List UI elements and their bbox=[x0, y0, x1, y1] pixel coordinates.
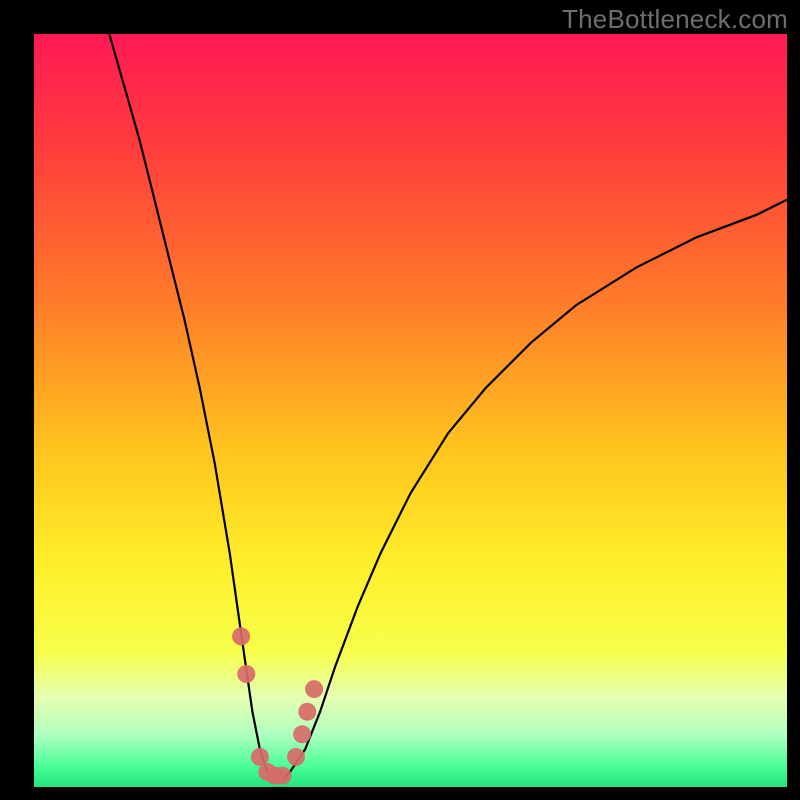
marker-group bbox=[232, 627, 323, 784]
highlight-marker bbox=[305, 680, 323, 698]
chart-frame: TheBottleneck.com bbox=[0, 0, 800, 800]
highlight-marker bbox=[293, 725, 311, 743]
highlight-marker bbox=[287, 748, 305, 766]
highlight-marker bbox=[237, 665, 255, 683]
highlight-marker bbox=[274, 767, 292, 785]
plot-area bbox=[34, 34, 787, 787]
highlight-marker bbox=[232, 627, 250, 645]
curve-layer bbox=[34, 34, 787, 787]
bottleneck-curve bbox=[109, 34, 787, 780]
watermark-text: TheBottleneck.com bbox=[562, 4, 788, 35]
highlight-marker bbox=[298, 703, 316, 721]
